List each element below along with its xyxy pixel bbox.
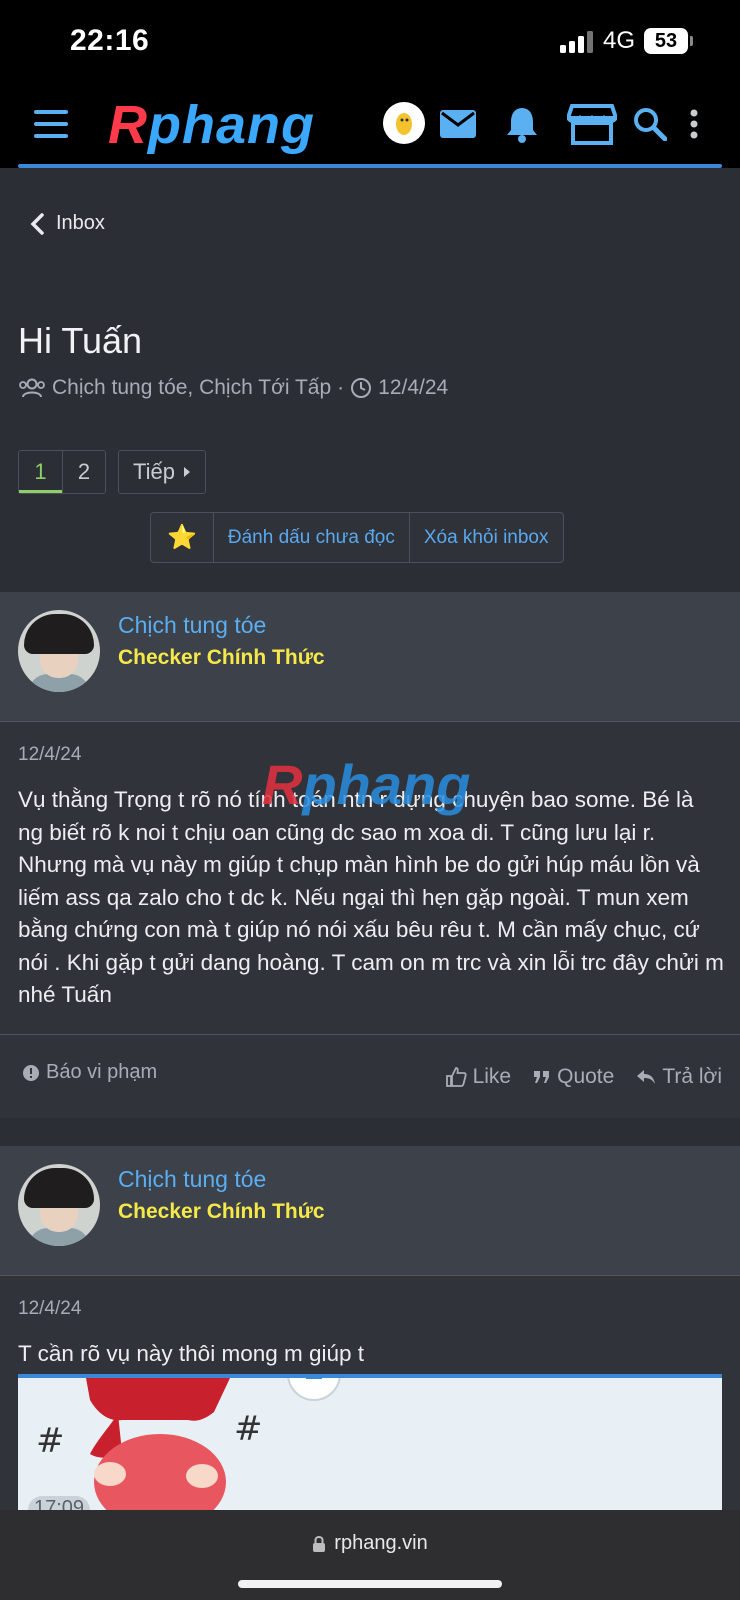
message-text: Vụ thằng Trọng t rõ nó tính toán ntn r d… <box>18 787 724 1007</box>
like-button[interactable]: Like <box>445 1065 512 1089</box>
status-time: 22:16 <box>70 24 150 57</box>
more-icon[interactable] <box>682 102 706 146</box>
conversation-meta: Chịch tung tóe, Chịch Tới Tấp · 12/4/24 <box>18 376 448 400</box>
message-header: Chịch tung tóe Checker Chính Thức <box>0 592 740 722</box>
logo-r: R <box>108 95 148 155</box>
message-actions: Like Quote Trả lời <box>445 1065 722 1089</box>
menu-icon[interactable] <box>34 110 68 138</box>
reply-label: Trả lời <box>662 1065 722 1088</box>
url-text: rphang.vin <box>334 1532 428 1554</box>
back-label: Inbox <box>56 212 105 234</box>
star-button[interactable]: ⭐ <box>151 513 213 562</box>
nav-accent-line <box>18 164 722 168</box>
caret-right-icon <box>183 467 190 477</box>
status-bar: 22:16 4G 53 <box>0 0 740 84</box>
report-link[interactable]: Báo vi phạm <box>22 1061 157 1084</box>
reply-icon <box>637 1070 656 1084</box>
signal-icon <box>560 31 594 53</box>
conversation-actions: ⭐ Đánh dấu chưa đọc Xóa khỏi inbox <box>150 512 564 563</box>
search-icon[interactable] <box>628 102 672 146</box>
users-icon <box>19 378 45 398</box>
quote-icon <box>534 1071 550 1083</box>
message-header: Chịch tung tóe Checker Chính Thức <box>0 1146 740 1276</box>
mail-icon[interactable] <box>436 102 480 146</box>
report-label: Báo vi phạm <box>46 1061 158 1083</box>
browser-url-bar[interactable]: rphang.vin <box>0 1510 740 1600</box>
chevron-left-icon <box>30 212 44 235</box>
message-date: 12/4/24 <box>18 744 82 765</box>
like-label: Like <box>472 1065 512 1088</box>
bell-icon[interactable] <box>500 102 544 146</box>
attached-image[interactable]: # # 17:09 <box>18 1374 722 1510</box>
thumbs-up-icon <box>445 1067 467 1087</box>
clock-icon <box>351 378 372 398</box>
conversation-title: Hi Tuấn <box>18 320 143 361</box>
user-avatar[interactable] <box>383 102 425 144</box>
mark-unread-button[interactable]: Đánh dấu chưa đọc <box>212 513 409 562</box>
lock-icon <box>313 1535 326 1552</box>
attachment-time: 17:09 <box>34 1497 84 1510</box>
store-icon[interactable] <box>566 102 618 146</box>
next-label: Tiếp <box>133 459 175 484</box>
author-name[interactable]: Chịch tung tóe <box>118 1166 266 1193</box>
page-2[interactable]: 2 <box>62 451 105 493</box>
home-indicator[interactable] <box>238 1580 502 1588</box>
quote-label: Quote <box>557 1065 615 1088</box>
top-navbar: Rphang <box>0 84 740 168</box>
author-role: Checker Chính Thức <box>118 1200 325 1223</box>
author-avatar[interactable] <box>18 610 100 692</box>
page-1[interactable]: 1 <box>19 451 62 493</box>
remove-from-inbox-button[interactable]: Xóa khỏi inbox <box>408 513 563 562</box>
url-display[interactable]: rphang.vin <box>0 1532 740 1555</box>
author-avatar[interactable] <box>18 1164 100 1246</box>
reply-button[interactable]: Trả lời <box>636 1065 722 1089</box>
battery-icon: 53 <box>644 28 693 54</box>
author-role: Checker Chính Thức <box>118 646 325 669</box>
svg-text:#: # <box>36 1421 65 1461</box>
alert-icon <box>23 1064 39 1081</box>
pagination: 1 2 Tiếp <box>18 450 206 494</box>
page-list: 1 2 <box>18 450 106 494</box>
message-footer: Báo vi phạm Like Quote Trả lời <box>0 1034 740 1118</box>
message-1: Chịch tung tóe Checker Chính Thức 12/4/2… <box>0 592 740 1118</box>
back-to-inbox-link[interactable]: Inbox <box>30 212 105 235</box>
message-date: 12/4/24 <box>18 1298 82 1319</box>
logo-text: phang <box>148 95 315 155</box>
meta-separator: · <box>337 376 345 399</box>
sticker-illustration: # # 17:09 <box>28 1378 341 1510</box>
author-name[interactable]: Chịch tung tóe <box>118 612 266 639</box>
quote-button[interactable]: Quote <box>533 1065 614 1089</box>
network-type: 4G <box>603 27 636 54</box>
site-logo[interactable]: Rphang <box>108 94 315 156</box>
next-page-button[interactable]: Tiếp <box>118 450 206 494</box>
message-text: T cần rõ vụ này thôi mong m giúp t <box>18 1341 365 1366</box>
participants[interactable]: Chịch tung tóe, Chịch Tới Tấp <box>52 376 331 400</box>
conversation-date: 12/4/24 <box>378 376 449 399</box>
svg-text:#: # <box>234 1409 263 1449</box>
